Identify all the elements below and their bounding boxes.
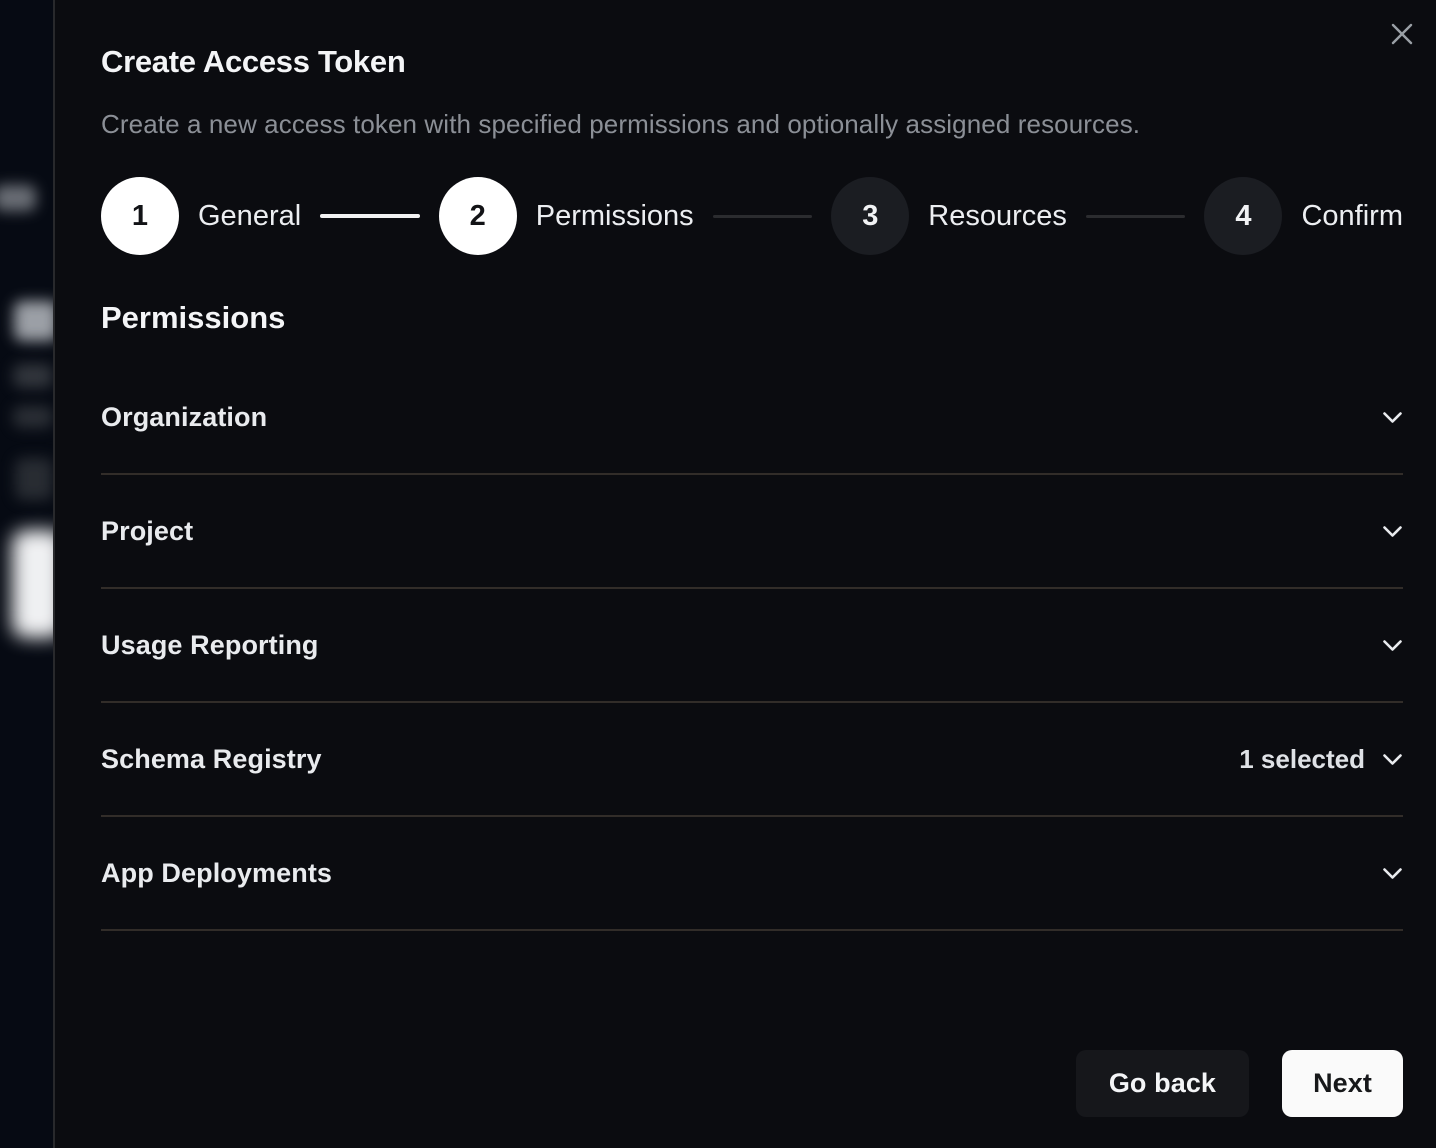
chevron-down-icon[interactable] <box>1382 411 1403 424</box>
blurred-background-card <box>12 530 55 638</box>
accordion-row-right <box>1382 639 1403 652</box>
step-number-badge: 3 <box>831 177 909 255</box>
accordion-row-right: 1 selected <box>1239 744 1403 775</box>
step-connector <box>320 214 420 218</box>
permission-group-label: Organization <box>101 402 267 433</box>
step-label: Resources <box>928 200 1067 233</box>
go-back-button[interactable]: Go back <box>1076 1050 1249 1117</box>
dialog-subtitle: Create a new access token with specified… <box>101 109 1403 140</box>
step-number-badge: 2 <box>439 177 517 255</box>
chevron-down-icon[interactable] <box>1382 753 1403 766</box>
blurred-background-item <box>15 458 53 500</box>
permission-group-label: Usage Reporting <box>101 630 319 661</box>
step-label: General <box>198 200 301 233</box>
background-app-strip <box>0 0 55 1148</box>
stepper-step-resources[interactable]: 3 Resources <box>831 177 1067 255</box>
stepper-step-permissions[interactable]: 2 Permissions <box>439 177 694 255</box>
blurred-background-text <box>13 406 53 428</box>
permission-group-row-project[interactable]: Project <box>101 475 1403 589</box>
close-icon[interactable] <box>1382 14 1422 54</box>
permissions-accordion: Organization Project Usage Reporting <box>101 361 1403 931</box>
accordion-row-right <box>1382 411 1403 424</box>
permission-group-row-app-deployments[interactable]: App Deployments <box>101 817 1403 931</box>
permission-group-label: Project <box>101 516 193 547</box>
permission-group-row-schema-registry[interactable]: Schema Registry 1 selected <box>101 703 1403 817</box>
permission-group-label: Schema Registry <box>101 744 322 775</box>
create-access-token-dialog: Create Access Token Create a new access … <box>55 0 1436 1148</box>
blurred-background-text <box>14 301 55 341</box>
selected-count-badge: 1 selected <box>1239 744 1365 775</box>
chevron-down-icon[interactable] <box>1382 867 1403 880</box>
next-button[interactable]: Next <box>1282 1050 1403 1117</box>
page-title: Create Access Token <box>101 44 1403 80</box>
dialog-footer: Go back Next <box>1076 1050 1403 1117</box>
chevron-down-icon[interactable] <box>1382 639 1403 652</box>
accordion-row-right <box>1382 525 1403 538</box>
step-label: Permissions <box>536 200 694 233</box>
step-connector <box>713 215 813 218</box>
chevron-down-icon[interactable] <box>1382 525 1403 538</box>
step-connector <box>1086 215 1186 218</box>
permission-group-label: App Deployments <box>101 858 332 889</box>
accordion-row-right <box>1382 867 1403 880</box>
step-label: Confirm <box>1301 200 1403 233</box>
stepper-step-general[interactable]: 1 General <box>101 177 301 255</box>
blurred-background-text <box>0 185 36 211</box>
blurred-background-text <box>13 364 53 388</box>
step-number-badge: 4 <box>1204 177 1282 255</box>
permission-group-row-organization[interactable]: Organization <box>101 361 1403 475</box>
step-number-badge: 1 <box>101 177 179 255</box>
wizard-stepper: 1 General 2 Permissions 3 Resources 4 Co… <box>101 177 1403 255</box>
section-heading: Permissions <box>101 300 1403 336</box>
permission-group-row-usage-reporting[interactable]: Usage Reporting <box>101 589 1403 703</box>
stepper-step-confirm[interactable]: 4 Confirm <box>1204 177 1403 255</box>
